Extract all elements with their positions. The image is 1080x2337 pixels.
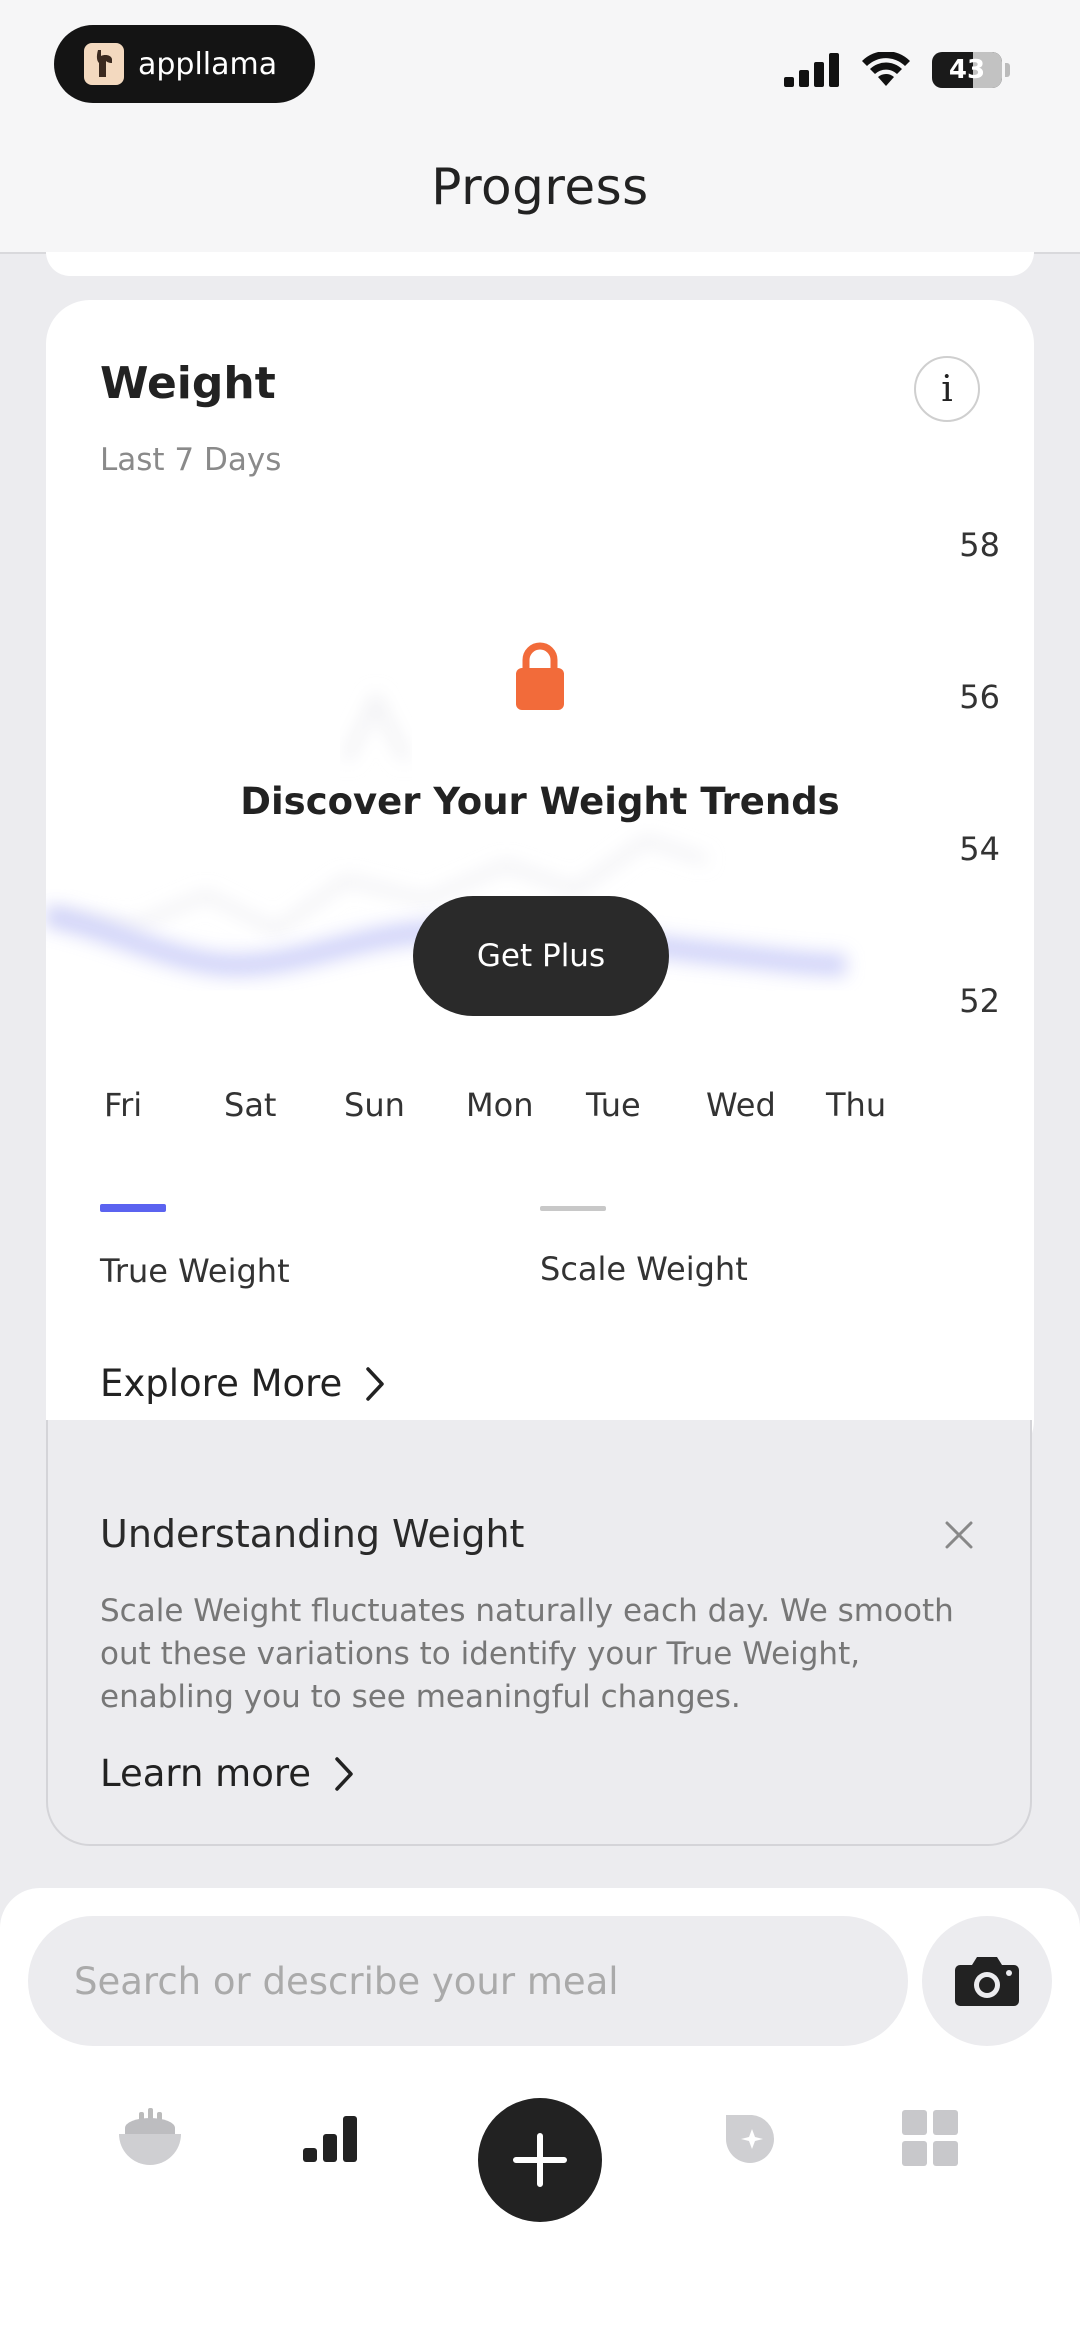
day-label: Tue <box>586 1086 641 1124</box>
camera-icon <box>955 1957 1019 2006</box>
understanding-body: Scale Weight fluctuates naturally each d… <box>100 1593 954 1715</box>
app-name: appllama <box>138 46 278 82</box>
weight-title: Weight <box>100 358 276 409</box>
y-tick-label: 58 <box>959 526 1000 564</box>
progress-bars-icon <box>303 2116 357 2162</box>
top-bar: appllama 43 Progress <box>0 0 1080 254</box>
grid-icon <box>902 2110 958 2166</box>
chevron-right-icon <box>335 1756 353 1791</box>
llama-logo-icon <box>84 43 124 85</box>
meal-search[interactable] <box>28 1916 908 2046</box>
explore-more-label: Explore More <box>100 1362 343 1405</box>
learn-more-label: Learn more <box>100 1752 312 1795</box>
battery-level: 43 <box>948 55 986 85</box>
day-label: Wed <box>706 1086 776 1124</box>
info-button[interactable]: i <box>914 356 980 422</box>
status-icons: 43 <box>784 52 1010 88</box>
y-tick-label: 54 <box>959 830 1000 868</box>
day-label: Sat <box>224 1086 277 1124</box>
true-weight-label: True Weight <box>100 1252 290 1290</box>
locked-message: Discover Your Weight Trends <box>240 780 840 823</box>
get-plus-button[interactable]: Get Plus <box>413 896 669 1016</box>
scale-weight-swatch <box>540 1206 606 1211</box>
day-label: Mon <box>466 1086 534 1124</box>
day-label: Fri <box>104 1086 143 1124</box>
page-title: Progress <box>431 158 649 216</box>
weight-card: Weight Last 7 Days i 58 56 54 52 Discove… <box>46 300 1034 1464</box>
tab-progress[interactable] <box>290 2098 370 2178</box>
close-icon[interactable] <box>944 1520 974 1550</box>
tab-more[interactable] <box>890 2098 970 2178</box>
scale-weight-label: Scale Weight <box>540 1250 748 1288</box>
weight-subtitle: Last 7 Days <box>100 442 282 478</box>
meal-search-input[interactable] <box>72 1958 896 2004</box>
meal-bowl-icon <box>119 2108 181 2165</box>
day-label: Thu <box>826 1086 887 1124</box>
battery-icon: 43 <box>932 52 1002 88</box>
tab-badge[interactable] <box>710 2098 790 2178</box>
camera-button[interactable] <box>922 1916 1052 2046</box>
understanding-title: Understanding Weight <box>100 1512 525 1556</box>
y-tick-label: 52 <box>959 982 1000 1020</box>
explore-more-link[interactable]: Explore More <box>100 1362 386 1405</box>
learn-more-link[interactable]: Learn more <box>100 1752 355 1795</box>
tab-meals[interactable] <box>110 2098 190 2178</box>
add-icon <box>513 2133 567 2187</box>
wifi-icon <box>862 52 910 86</box>
lock-icon <box>516 642 564 710</box>
add-button[interactable] <box>478 2098 602 2222</box>
info-icon: i <box>941 368 953 410</box>
day-label: Sun <box>344 1086 405 1124</box>
bottom-panel <box>0 1888 1080 2337</box>
true-weight-swatch <box>100 1204 166 1212</box>
understanding-weight-card: Understanding Weight Scale Weight fluctu… <box>46 1420 1032 1846</box>
signal-icon <box>784 53 839 87</box>
y-tick-label: 56 <box>959 678 1000 716</box>
badge-icon <box>726 2115 775 2163</box>
previous-card-edge <box>46 252 1034 276</box>
chevron-right-icon <box>366 1366 385 1401</box>
app-pill[interactable]: appllama <box>54 25 315 103</box>
